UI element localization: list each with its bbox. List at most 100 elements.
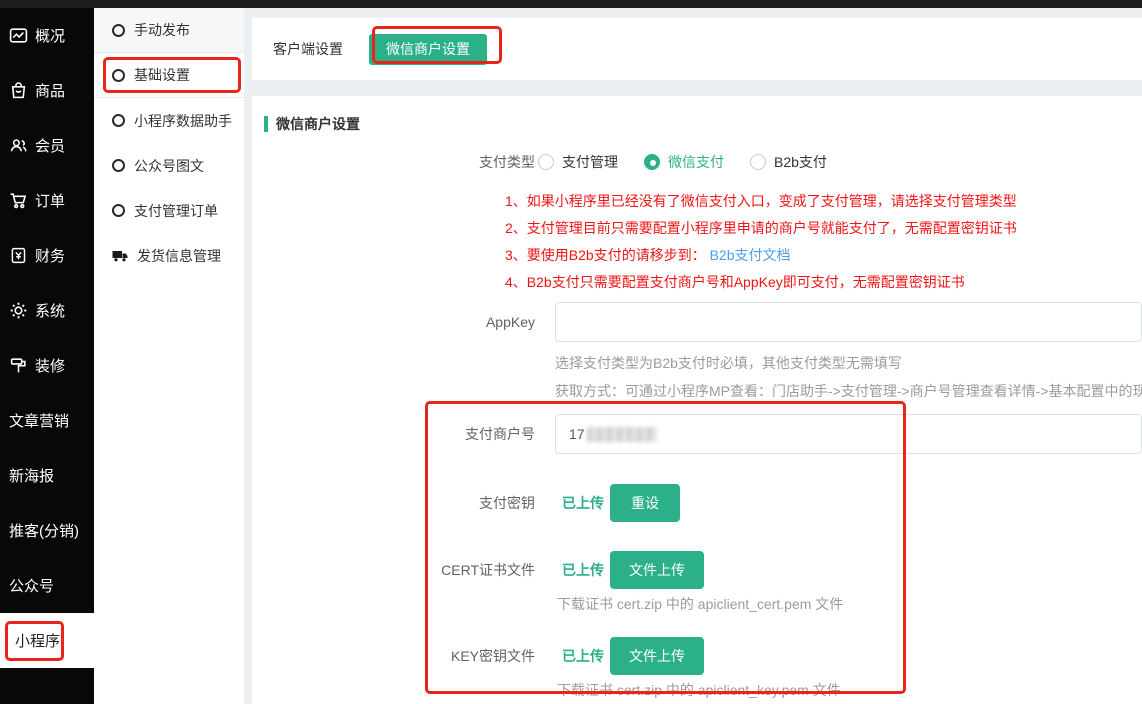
radio-unselected-icon[interactable] [538,154,554,170]
sidebar-item-label: 小程序 [9,624,66,657]
sidebar-item-orders[interactable]: 订单 [0,173,94,228]
cert-file-status: 已上传 [562,560,604,580]
key-file-content: 已上传 文件上传 下载证书 cert.zip 中的 apiclient_key.… [555,637,1142,699]
radio-selected-icon[interactable] [644,154,660,170]
sidebar-item-label: 会员 [35,135,65,156]
submenu-item-label: 支付管理订单 [134,201,218,221]
submenu-item-label: 发货信息管理 [137,246,221,266]
radio-label: B2b支付 [774,152,827,172]
submenu-item-official-articles[interactable]: 公众号图文 [94,143,244,188]
sidebar-item-members[interactable]: 会员 [0,118,94,173]
radio-b2b-pay[interactable]: B2b支付 [750,152,827,172]
sidebar-item-goods[interactable]: 商品 [0,63,94,118]
notice-line-1: 1、如果小程序里已经没有了微信支付入口，变成了支付管理，请选择支付管理类型 [505,188,1142,215]
submenu-item-shipping-info[interactable]: 发货信息管理 [94,233,244,278]
main-content: 客户端设置 微信商户设置 微信商户设置 支付类型 支付管理 [244,0,1142,704]
sidebar-item-finance[interactable]: 财务 [0,228,94,283]
top-black-bar [0,0,1142,8]
appkey-help-1: 选择支付类型为B2b支付时必填，其他支付类型无需填写 [555,353,1142,373]
circle-icon [112,159,125,172]
submenu-item-label: 小程序数据助手 [134,111,232,131]
sidebar-item-label: 商品 [35,80,65,101]
pay-type-radio-group: 支付管理 微信支付 B2b支付 [538,152,827,172]
sidebar-item-new-poster[interactable]: 新海报 [0,448,94,503]
sidebar-item-label: 公众号 [9,575,54,596]
paint-roller-icon [9,356,28,375]
submenu-item-data-assistant[interactable]: 小程序数据助手 [94,98,244,143]
sidebar-item-system[interactable]: 系统 [0,283,94,338]
appkey-content: 选择支付类型为B2b支付时必填，其他支付类型无需填写 获取方式：可通过小程序MP… [555,302,1142,401]
notice-line-2: 2、支付管理目前只需要配置小程序里申请的商户号就能支付了，无需配置密钥证书 [505,215,1142,242]
pay-type-label: 支付类型 [252,152,535,172]
sidebar-item-label: 推客(分销) [9,520,79,541]
key-file-status: 已上传 [562,646,604,666]
merchant-id-value: 17 [569,426,585,442]
sidebar-item-distribution[interactable]: 推客(分销) [0,503,94,558]
radio-wechat-pay[interactable]: 微信支付 [644,152,724,172]
overview-icon [9,26,28,45]
radio-label: 微信支付 [668,152,724,172]
cert-file-row: CERT证书文件 已上传 文件上传 下载证书 cert.zip 中的 apicl… [252,551,1142,613]
sidebar-item-decorate[interactable]: 装修 [0,338,94,393]
sidebar-item-label: 财务 [35,245,65,266]
notice-line-4: 4、B2b支付只需要配置支付商户号和AppKey即可支付，无需配置密钥证书 [505,269,1142,296]
cert-upload-button[interactable]: 文件上传 [610,551,704,589]
merchant-settings-form: 支付类型 支付管理 微信支付 B2b支付 [252,150,1142,699]
cert-upload-row: 已上传 文件上传 [555,551,1142,589]
merchant-id-input[interactable]: 17 [555,414,1142,454]
submenu-item-manual-publish[interactable]: 手动发布 [94,8,244,53]
sidebar-item-label: 新海报 [9,465,54,486]
key-file-row: KEY密钥文件 已上传 文件上传 下载证书 cert.zip 中的 apicli… [252,637,1142,699]
key-upload-button[interactable]: 文件上传 [610,637,704,675]
reset-secret-button[interactable]: 重设 [610,484,680,522]
cart-icon [9,191,28,210]
submenu-item-label: 基础设置 [134,65,190,85]
appkey-help-2: 获取方式：可通过小程序MP查看：门店助手->支付管理->商户号管理查看详情->基… [555,381,1142,401]
sidebar-item-mini-program[interactable]: 小程序 [0,613,94,668]
submenu-item-label: 手动发布 [134,20,190,40]
main-sidebar: 概况 商品 会员 订单 [0,0,94,704]
tab-client-settings[interactable]: 客户端设置 [273,39,343,59]
sidebar-item-overview[interactable]: 概况 [0,8,94,63]
appkey-label: AppKey [252,302,535,401]
sidebar-item-article-marketing[interactable]: 文章营销 [0,393,94,448]
shopping-bag-icon [9,81,28,100]
appkey-input[interactable] [555,302,1142,342]
key-file-help: 下载证书 cert.zip 中的 apiclient_key.pem 文件 [555,681,1142,699]
radio-unselected-icon[interactable] [750,154,766,170]
circle-icon [112,69,125,82]
sidebar-item-label: 文章营销 [9,410,69,431]
key-file-label: KEY密钥文件 [252,637,535,699]
gear-icon [9,301,28,320]
radio-pay-management[interactable]: 支付管理 [538,152,618,172]
cert-file-label: CERT证书文件 [252,551,535,613]
submenu-item-payment-orders[interactable]: 支付管理订单 [94,188,244,233]
circle-icon [112,24,125,37]
appkey-row: AppKey 选择支付类型为B2b支付时必填，其他支付类型无需填写 获取方式：可… [252,302,1142,401]
sidebar-item-label: 订单 [35,190,65,211]
finance-icon [9,246,28,265]
section-title: 微信商户设置 [276,114,360,134]
submenu-item-label: 公众号图文 [134,156,204,176]
circle-icon [112,114,125,127]
cert-file-help: 下载证书 cert.zip 中的 apiclient_cert.pem 文件 [555,595,1142,613]
truck-icon [112,249,128,263]
submenu-item-basic-settings[interactable]: 基础设置 [94,53,244,98]
b2b-doc-link[interactable]: B2b支付文档 [710,247,791,263]
pay-type-notices: 1、如果小程序里已经没有了微信支付入口，变成了支付管理，请选择支付管理类型 2、… [505,188,1142,296]
merchant-id-redacted [587,427,657,442]
circle-icon [112,204,125,217]
pay-secret-row: 支付密钥 已上传 重设 [252,484,1142,522]
sidebar-item-label: 系统 [35,300,65,321]
radio-label: 支付管理 [562,152,618,172]
merchant-id-row: 支付商户号 17 [252,414,1142,454]
pay-secret-status: 已上传 [562,493,604,513]
merchant-id-content: 17 [555,414,1142,454]
sidebar-item-official-account[interactable]: 公众号 [0,558,94,613]
notice-line-3: 3、要使用B2b支付的请移步到： B2b支付文档 [505,242,1142,269]
key-upload-row: 已上传 文件上传 [555,637,1142,675]
members-icon [9,136,28,155]
settings-tab-bar: 客户端设置 微信商户设置 [252,18,1142,80]
sidebar-item-label: 概况 [35,25,65,46]
tab-wechat-merchant-settings[interactable]: 微信商户设置 [369,34,487,65]
